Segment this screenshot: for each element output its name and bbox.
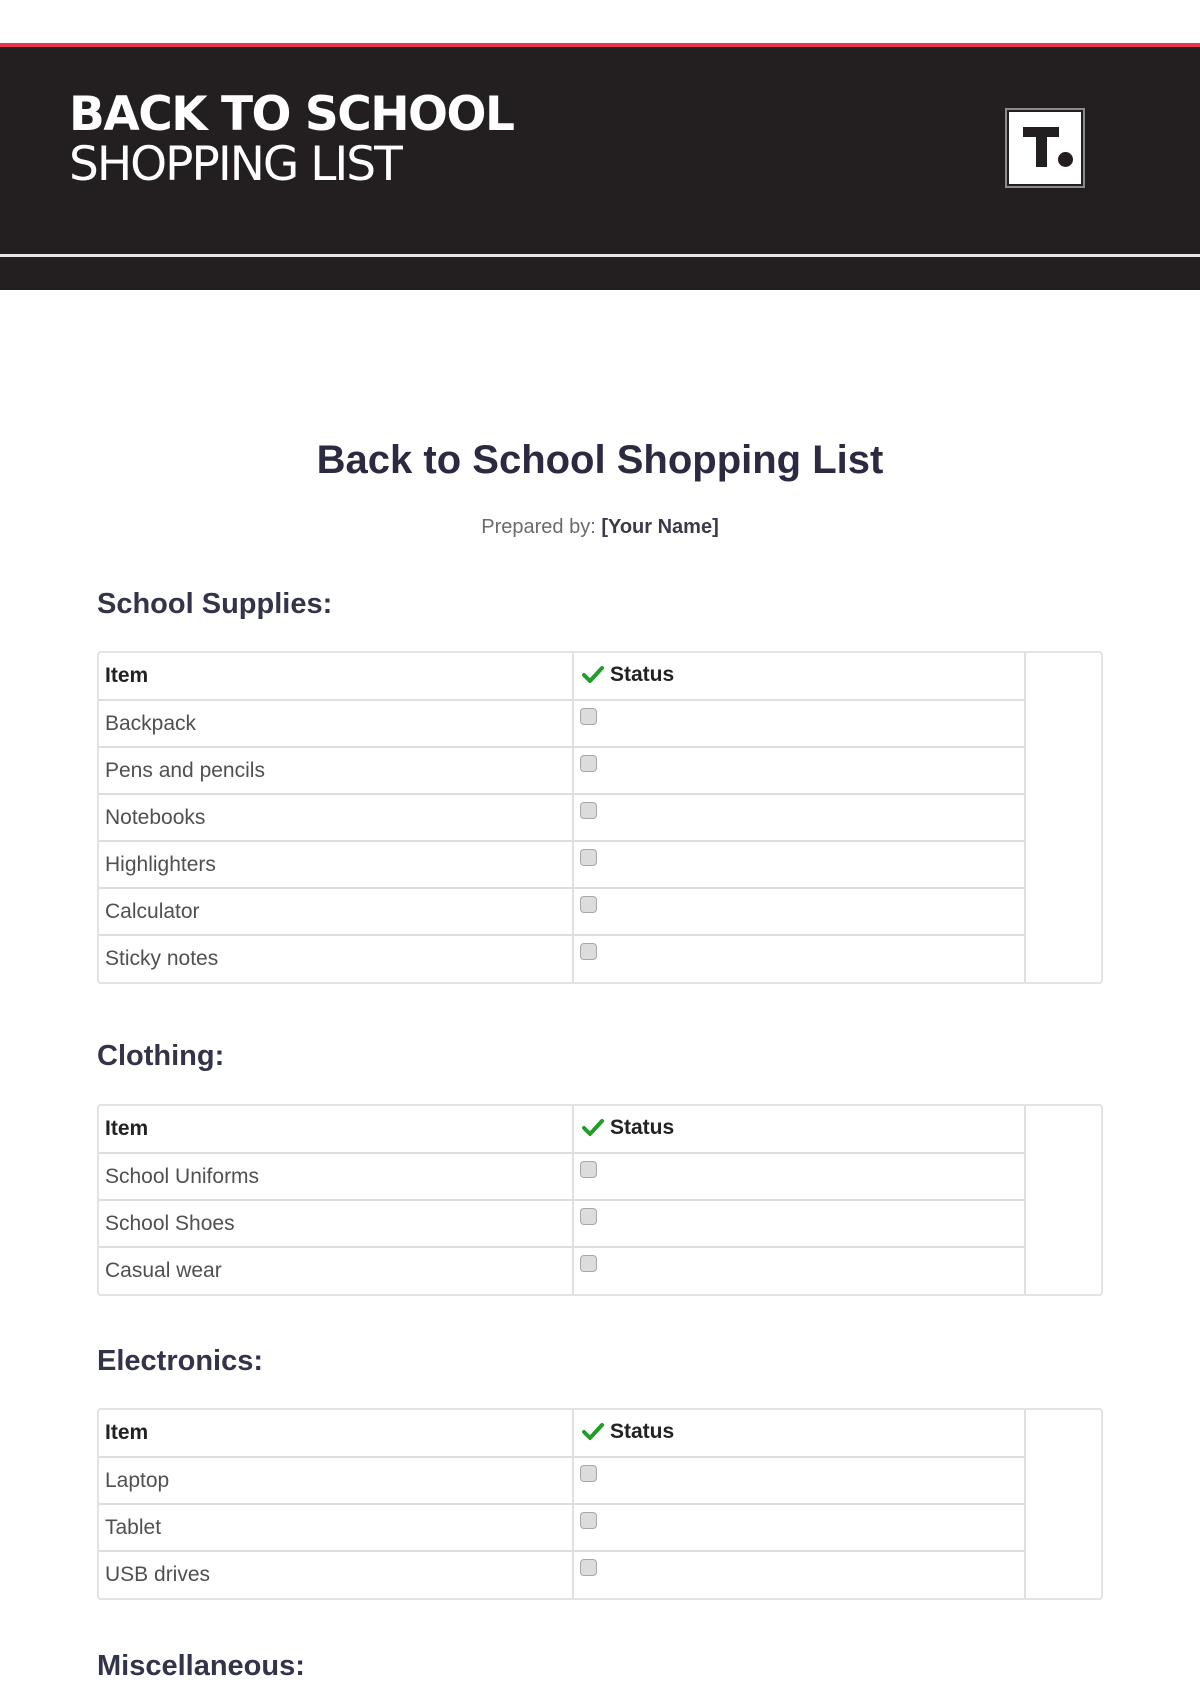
table-row: Pens and pencils: [99, 747, 1026, 795]
status-cell: [573, 1504, 1026, 1552]
column-header-item: Item: [99, 653, 574, 701]
logo-t-stem: [1036, 127, 1047, 167]
status-checkbox[interactable]: [580, 849, 597, 866]
prepared-by-label: Prepared by:: [481, 516, 596, 538]
document-title: Back to School Shopping List: [316, 438, 884, 482]
column-header-item: Item: [99, 1410, 574, 1458]
table-row: Sticky notes: [99, 935, 1026, 982]
item-name: Backpack: [99, 700, 574, 748]
item-name: Casual wear: [99, 1247, 574, 1294]
status-cell: [573, 747, 1026, 795]
table-row: Casual wear: [99, 1247, 1026, 1294]
status-cell: [573, 888, 1026, 936]
header-title: BACK TO SCHOOL SHOPPING LIST: [69, 87, 515, 192]
item-name: Laptop: [99, 1457, 574, 1505]
status-checkbox[interactable]: [580, 1465, 597, 1482]
logo: [1005, 108, 1085, 188]
item-name: Sticky notes: [99, 935, 574, 982]
table-electronics: Item Status Laptop Tablet USB drives: [97, 1408, 1103, 1600]
check-mark-icon: [582, 1422, 604, 1446]
table-clothing: Item Status School Uniforms School Shoes…: [97, 1104, 1103, 1296]
table-row: Backpack: [99, 700, 1026, 748]
status-cell: [573, 841, 1026, 889]
status-checkbox[interactable]: [580, 943, 597, 960]
logo-dot: [1058, 152, 1073, 167]
table-row: USB drives: [99, 1551, 1026, 1598]
table-row: School Uniforms: [99, 1153, 1026, 1201]
item-name: Pens and pencils: [99, 747, 574, 795]
table-row: School Shoes: [99, 1200, 1026, 1248]
item-name: Calculator: [99, 888, 574, 936]
status-cell: [573, 1551, 1026, 1598]
table-row: Laptop: [99, 1457, 1026, 1505]
status-checkbox[interactable]: [580, 802, 597, 819]
table-row: Tablet: [99, 1504, 1026, 1552]
table-school-supplies: Item Status Backpack Pens and pencils No…: [97, 651, 1103, 984]
page-header: BACK TO SCHOOL SHOPPING LIST: [0, 47, 1200, 290]
item-name: Notebooks: [99, 794, 574, 842]
table-row: Calculator: [99, 888, 1026, 936]
table-header-row: Item Status: [99, 1410, 1026, 1458]
prepared-by: Prepared by: [Your Name]: [0, 516, 1200, 539]
column-header-status: Status: [573, 653, 1026, 701]
status-cell: [573, 1153, 1026, 1201]
status-cell: [573, 700, 1026, 748]
column-header-status: Status: [573, 1106, 1026, 1154]
status-cell: [573, 1247, 1026, 1294]
table-header-row: Item Status: [99, 653, 1026, 701]
item-name: School Uniforms: [99, 1153, 574, 1201]
status-checkbox[interactable]: [580, 755, 597, 772]
status-label: Status: [610, 1420, 675, 1443]
column-header-status: Status: [573, 1410, 1026, 1458]
item-name: School Shoes: [99, 1200, 574, 1248]
status-cell: [573, 1200, 1026, 1248]
status-checkbox[interactable]: [580, 1208, 597, 1225]
status-cell: [573, 794, 1026, 842]
status-checkbox[interactable]: [580, 1559, 597, 1576]
status-checkbox[interactable]: [580, 1255, 597, 1272]
status-cell: [573, 1457, 1026, 1505]
status-cell: [573, 935, 1026, 982]
section-heading-electronics: Electronics:: [97, 1345, 263, 1377]
status-label: Status: [610, 663, 675, 686]
status-checkbox[interactable]: [580, 1161, 597, 1178]
status-checkbox[interactable]: [580, 1512, 597, 1529]
table-row: Highlighters: [99, 841, 1026, 889]
status-checkbox[interactable]: [580, 708, 597, 725]
item-name: Highlighters: [99, 841, 574, 889]
column-header-item: Item: [99, 1106, 574, 1154]
item-name: USB drives: [99, 1551, 574, 1598]
header-divider: [0, 254, 1200, 257]
check-mark-icon: [582, 665, 604, 689]
check-mark-icon: [582, 1118, 604, 1142]
item-name: Tablet: [99, 1504, 574, 1552]
section-heading-miscellaneous: Miscellaneous:: [97, 1650, 305, 1682]
section-heading-school-supplies: School Supplies:: [97, 588, 333, 620]
status-label: Status: [610, 1116, 675, 1139]
table-header-row: Item Status: [99, 1106, 1026, 1154]
prepared-by-value: [Your Name]: [601, 516, 719, 538]
header-title-line1: BACK TO SCHOOL: [69, 87, 515, 142]
status-checkbox[interactable]: [580, 896, 597, 913]
header-title-line2: SHOPPING LIST: [69, 137, 403, 192]
table-row: Notebooks: [99, 794, 1026, 842]
section-heading-clothing: Clothing:: [97, 1040, 225, 1072]
